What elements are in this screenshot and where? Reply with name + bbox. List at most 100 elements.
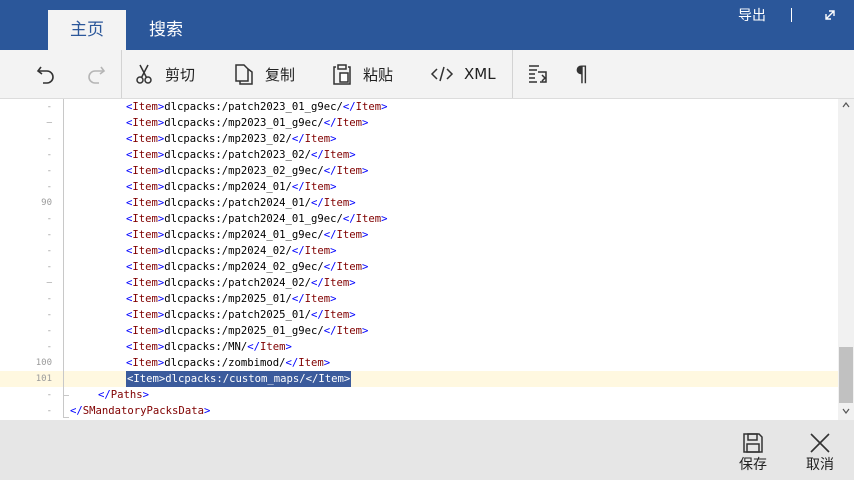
pilcrow-button[interactable]: ¶	[575, 50, 595, 98]
code-line[interactable]: <Item>dlcpacks:/mp2024_02/</Item>	[126, 243, 337, 259]
code-line[interactable]: <Item>dlcpacks:/patch2024_01_g9ec/</Item…	[126, 211, 388, 227]
ribbon-separator	[512, 50, 513, 98]
item-value: dlcpacks:/zombimod/	[164, 357, 286, 369]
line-number: –	[46, 278, 52, 288]
item-value: dlcpacks:/mp2025_01/	[164, 293, 292, 305]
code-line[interactable]: <Item>dlcpacks:/patch2025_01/</Item>	[126, 307, 356, 323]
item-value: dlcpacks:/patch2023_01_g9ec/	[164, 101, 343, 113]
code-line[interactable]: <Item>dlcpacks:/patch2023_02/</Item>	[126, 147, 356, 163]
code-line[interactable]: <Item>dlcpacks:/mp2024_01/</Item>	[126, 179, 337, 195]
code-line[interactable]: <Item>dlcpacks:/patch2023_01_g9ec/</Item…	[126, 99, 388, 115]
item-value: dlcpacks:/patch2023_02/	[164, 149, 311, 161]
copy-button[interactable]: 复制	[233, 50, 295, 98]
item-value: dlcpacks:/mp2024_01_g9ec/	[164, 229, 324, 241]
line-number: -	[46, 102, 52, 112]
scrollbar-thumb[interactable]	[839, 347, 853, 403]
item-value: dlcpacks:/mp2024_02_g9ec/	[164, 261, 324, 273]
code-line[interactable]: <Item>dlcpacks:/mp2023_02_g9ec/</Item>	[126, 163, 368, 179]
cancel-label: 取消	[806, 457, 834, 473]
cut-button[interactable]: 剪切	[133, 50, 195, 98]
code-line[interactable]: <Item>dlcpacks:/patch2024_01/</Item>	[126, 195, 356, 211]
code-line[interactable]: <Item>dlcpacks:/zombimod/</Item>	[126, 355, 330, 371]
cancel-button[interactable]: 取消	[797, 430, 843, 480]
line-number: -	[46, 262, 52, 272]
code-line[interactable]: <Item>dlcpacks:/mp2024_01_g9ec/</Item>	[126, 227, 368, 243]
item-value: dlcpacks:/custom_maps/	[165, 373, 306, 385]
item-value: dlcpacks:/patch2024_01_g9ec/	[164, 213, 343, 225]
line-number: -	[46, 182, 52, 192]
undo-icon	[36, 66, 54, 84]
item-value: dlcpacks:/mp2023_02_g9ec/	[164, 165, 324, 177]
scroll-down-icon[interactable]	[842, 407, 850, 415]
copy-icon	[235, 64, 253, 85]
line-number: 100	[35, 358, 52, 368]
line-number: -	[46, 310, 52, 320]
redo-button[interactable]	[84, 50, 114, 98]
code-line[interactable]: <Item>dlcpacks:/mp2023_01_g9ec/</Item>	[126, 115, 368, 131]
line-number-gutter: - – - - - - 90 - - - - – - - - - 100 101 - -	[0, 99, 62, 420]
tab-search[interactable]: 搜索	[128, 10, 204, 50]
code-line[interactable]: <Item>dlcpacks:/mp2025_01/</Item>	[126, 291, 337, 307]
item-value: dlcpacks:/patch2025_01/	[164, 309, 311, 321]
scissors-icon	[136, 64, 152, 84]
code-line[interactable]: <Item>dlcpacks:/patch2024_02/</Item>	[126, 275, 356, 291]
line-number: -	[46, 246, 52, 256]
line-number: -	[46, 230, 52, 240]
close-icon	[810, 433, 830, 453]
scroll-up-icon[interactable]	[842, 101, 850, 109]
line-number: -	[46, 134, 52, 144]
redo-icon	[88, 66, 106, 84]
save-button[interactable]: 保存	[730, 430, 776, 480]
item-value: dlcpacks:/mp2025_01_g9ec/	[164, 325, 324, 337]
xml-editor-window: 主页 搜索 导出 剪切 复制 粘贴 XML ¶ - – - - - - 90 -…	[0, 0, 854, 480]
expand-icon[interactable]	[818, 4, 842, 26]
code-line[interactable]: </SMandatoryPacksData>	[70, 403, 210, 419]
title-bar: 主页 搜索 导出	[0, 0, 854, 50]
item-value: dlcpacks:/MN/	[164, 341, 248, 353]
undo-button[interactable]	[34, 50, 64, 98]
item-value: dlcpacks:/mp2024_02/	[164, 245, 292, 257]
floppy-disk-icon	[743, 433, 763, 453]
format-document-icon	[529, 65, 547, 83]
format-button[interactable]	[526, 50, 552, 98]
line-number: -	[46, 166, 52, 176]
topbar-divider	[791, 8, 792, 22]
item-value: dlcpacks:/mp2024_01/	[164, 181, 292, 193]
code-line[interactable]: <Item>dlcpacks:/mp2025_01_g9ec/</Item>	[126, 323, 368, 339]
paste-icon	[333, 64, 351, 85]
ribbon-toolbar: 剪切 复制 粘贴 XML ¶	[0, 50, 854, 99]
fold-guide	[63, 99, 64, 403]
fold-guide-end	[63, 417, 69, 418]
item-value: dlcpacks:/mp2023_02/	[164, 133, 292, 145]
vertical-scrollbar[interactable]	[838, 99, 854, 420]
code-line[interactable]: </Paths>	[98, 387, 149, 403]
line-number: -	[46, 390, 52, 400]
bottom-action-bar: 保存 取消	[0, 420, 854, 480]
code-line[interactable]: <Item>dlcpacks:/mp2023_02/</Item>	[126, 131, 337, 147]
ribbon-separator	[121, 50, 122, 98]
xml-button[interactable]: XML	[430, 50, 496, 98]
xml-label: XML	[464, 65, 496, 83]
line-number: –	[46, 118, 52, 128]
tab-home[interactable]: 主页	[48, 10, 126, 50]
selected-code-line[interactable]: <Item>dlcpacks:/custom_maps/</Item>	[126, 371, 352, 387]
paste-button[interactable]: 粘贴	[331, 50, 393, 98]
copy-label: 复制	[265, 65, 296, 84]
save-label: 保存	[739, 457, 767, 473]
fold-guide	[63, 403, 64, 417]
fold-guide-end	[63, 395, 69, 396]
cut-label: 剪切	[165, 65, 196, 84]
code-editor[interactable]: - – - - - - 90 - - - - – - - - - 100 101 - - <Item>dlcpacks…	[0, 99, 854, 420]
line-number: -	[46, 150, 52, 160]
line-number: -	[46, 326, 52, 336]
item-value: dlcpacks:/patch2024_02/	[164, 277, 311, 289]
line-number: -	[46, 294, 52, 304]
code-line[interactable]: <Item>dlcpacks:/mp2024_02_g9ec/</Item>	[126, 259, 368, 275]
line-number: 101	[35, 374, 52, 384]
item-value: dlcpacks:/mp2023_01_g9ec/	[164, 117, 324, 129]
line-number: 90	[41, 198, 52, 208]
code-line[interactable]: <Item>dlcpacks:/MN/</Item>	[126, 339, 292, 355]
export-button[interactable]: 导出	[728, 4, 776, 28]
item-value: dlcpacks:/patch2024_01/	[164, 197, 311, 209]
code-icon	[430, 66, 454, 82]
